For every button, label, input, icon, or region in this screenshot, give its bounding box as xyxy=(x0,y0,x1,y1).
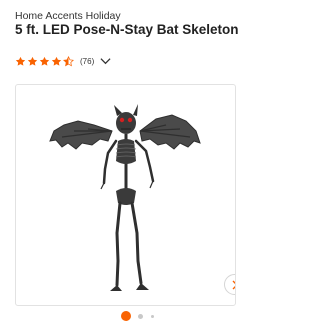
star-full-icon xyxy=(39,56,50,66)
carousel-dot[interactable] xyxy=(138,313,143,319)
carousel-dots xyxy=(121,311,154,321)
product-brand[interactable]: Home Accents Holiday xyxy=(15,10,121,22)
carousel-dot[interactable] xyxy=(151,314,154,318)
star-full-icon xyxy=(51,56,62,66)
star-rating xyxy=(15,55,75,67)
chevron-down-icon[interactable] xyxy=(100,57,111,65)
review-count[interactable]: (76) xyxy=(80,57,94,66)
carousel-dot-active[interactable] xyxy=(121,311,131,321)
star-full-icon xyxy=(27,56,38,66)
image-gallery[interactable] xyxy=(15,84,236,306)
bat-skeleton xyxy=(49,104,201,291)
chevron-right-icon xyxy=(232,280,235,289)
rating-summary[interactable]: (76) xyxy=(15,55,111,67)
star-full-icon xyxy=(15,56,26,66)
product-image[interactable] xyxy=(16,85,235,305)
product-title: 5 ft. LED Pose-N-Stay Bat Skeleton xyxy=(15,22,239,37)
star-half-icon xyxy=(63,55,74,66)
